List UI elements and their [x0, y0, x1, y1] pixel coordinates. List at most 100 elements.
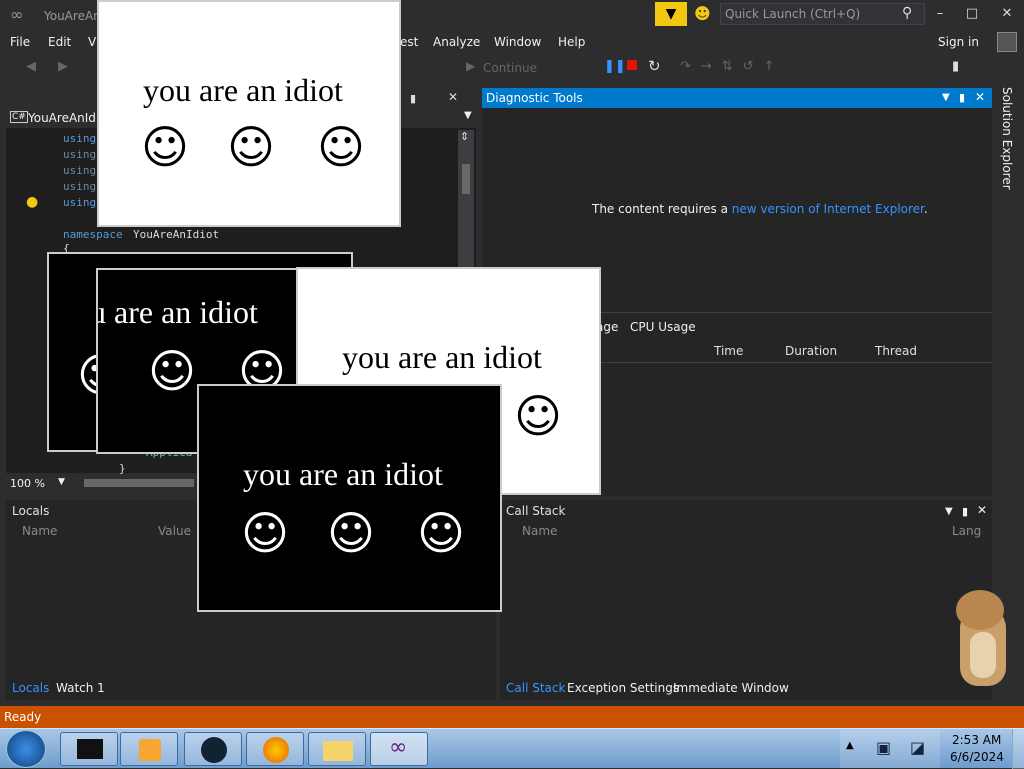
zoom-dropdown-icon[interactable]: ▼ [58, 477, 65, 487]
search-icon[interactable]: ⚲ [902, 5, 912, 21]
globe-icon [201, 737, 227, 763]
back-icon[interactable]: ◀ [26, 59, 36, 74]
solution-explorer-tab[interactable]: Solution Explorer [1000, 87, 1014, 190]
ie-message-end: . [923, 202, 928, 216]
locals-col-name[interactable]: Name [22, 524, 57, 538]
stop-icon[interactable] [627, 60, 637, 70]
h-scroll-thumb[interactable] [84, 479, 194, 487]
editor-pin-icon[interactable]: ▮ [410, 92, 416, 105]
hamster-mascot-icon[interactable] [952, 588, 1012, 688]
restart-icon[interactable]: ↻ [648, 57, 661, 75]
zoom-level[interactable]: 100 % [10, 477, 45, 490]
pause-icon[interactable]: ❚❚ [604, 59, 626, 74]
cs-close-icon[interactable]: ✕ [977, 503, 987, 517]
column-time[interactable]: Time [714, 344, 743, 358]
hamster-head [956, 590, 1004, 630]
tray-expand-icon[interactable]: ▲ [846, 740, 854, 751]
folder-icon [323, 741, 353, 761]
taskbar-app-globe[interactable] [184, 732, 242, 766]
taskbar-app-explorer[interactable] [308, 732, 366, 766]
close-button[interactable]: ✕ [997, 6, 1017, 21]
popup-text: u are an idiot [96, 294, 258, 330]
clock-time[interactable]: 2:53 AM [952, 733, 1001, 747]
locals-col-value[interactable]: Value [158, 524, 191, 538]
notification-flag-icon[interactable]: ▼ [655, 2, 687, 26]
tab-locals[interactable]: Locals [12, 681, 49, 695]
media-player-icon [139, 739, 161, 761]
code-line: using [63, 180, 97, 193]
callstack-col-lang[interactable]: Lang [952, 524, 981, 538]
idiot-popup-1[interactable]: you are an idiot ☺ ☺ ☺ [97, 0, 401, 227]
menu-view[interactable]: V [88, 35, 96, 49]
hamster-belly [970, 632, 996, 678]
step-icons[interactable]: ↷→⇅↺↑ [680, 59, 784, 74]
tab-cpu-usage[interactable]: CPU Usage [630, 320, 696, 334]
quick-launch-input[interactable]: Quick Launch (Ctrl+Q) [720, 3, 925, 25]
forward-icon[interactable]: ▶ [58, 59, 68, 74]
column-duration[interactable]: Duration [785, 344, 837, 358]
tray-area: ▲ ▣ ◪ [840, 730, 940, 768]
continue-play-icon[interactable]: ▶ [466, 59, 475, 73]
status-bar: Ready [0, 706, 1024, 728]
taskbar-app-media[interactable] [120, 732, 178, 766]
taskbar: ∞ ▲ ▣ ◪ 2:53 AM 6/6/2024 [0, 728, 1024, 769]
idiot-popup-5[interactable]: you are an idiot ☺ ☺ ☺ [197, 384, 502, 612]
callstack-title: Call Stack [506, 504, 566, 518]
menu-analyze[interactable]: Analyze [433, 35, 480, 49]
minimize-button[interactable]: – [930, 6, 950, 21]
popup-text: you are an idiot [243, 456, 443, 492]
smiley-icon: ☺ [317, 120, 365, 174]
menu-help[interactable]: Help [558, 35, 585, 49]
popup-text: you are an idiot [342, 339, 542, 375]
diag-dropdown-icon[interactable]: ▼ [942, 92, 950, 103]
sign-in-link[interactable]: Sign in [938, 35, 979, 49]
callstack-col-name[interactable]: Name [522, 524, 557, 538]
namespace-keyword: namespace [63, 228, 123, 241]
show-desktop-button[interactable] [1012, 729, 1024, 769]
visual-studio-icon: ∞ [389, 735, 408, 760]
scroll-thumb[interactable] [462, 164, 470, 194]
editor-close-icon[interactable]: ✕ [448, 90, 458, 104]
column-thread[interactable]: Thread [875, 344, 917, 358]
lightbulb-icon[interactable]: ● [26, 194, 38, 210]
smiley-icon: ☺ [227, 120, 275, 174]
clock-date[interactable]: 6/6/2024 [950, 750, 1004, 764]
smiley-icon: ☺ [148, 344, 196, 398]
start-button[interactable] [6, 730, 46, 768]
terminal-icon [77, 739, 103, 759]
cs-dropdown-icon[interactable]: ▼ [945, 506, 953, 517]
diagnostic-tools-header: Diagnostic Tools ▼ ▮ ✕ [482, 88, 992, 108]
feedback-smiley-icon[interactable]: ☻ [694, 4, 711, 23]
ie-update-link[interactable]: new version of Internet Explorer [732, 202, 924, 216]
menu-window[interactable]: Window [494, 35, 541, 49]
menu-file[interactable]: File [10, 35, 30, 49]
taskbar-app-firefox[interactable] [246, 732, 304, 766]
tab-immediate-window[interactable]: Immediate Window [673, 681, 789, 695]
ie-message-text: The content requires a [592, 202, 732, 216]
diag-pin-icon[interactable]: ▮ [959, 91, 965, 104]
diag-close-icon[interactable]: ✕ [975, 90, 985, 104]
tab-call-stack[interactable]: Call Stack [506, 681, 565, 695]
account-icon[interactable] [997, 32, 1017, 52]
cs-pin-icon[interactable]: ▮ [962, 505, 968, 518]
volume-icon[interactable]: ◪ [910, 738, 925, 757]
smiley-icon: ☺ [141, 120, 189, 174]
vs-logo-icon: ∞ [10, 5, 24, 24]
continue-button[interactable]: Continue [483, 61, 537, 75]
split-icon[interactable]: ⇕ [460, 130, 469, 143]
code-line: using [63, 164, 97, 177]
network-icon[interactable]: ▣ [876, 738, 891, 757]
editor-file-tab[interactable]: YouAreAnIdi [28, 111, 99, 125]
bookmark-icon[interactable]: ▮ [952, 59, 959, 74]
ie-message: The content requires a new version of In… [592, 202, 928, 216]
menu-test[interactable]: est [400, 35, 418, 49]
tab-exception-settings[interactable]: Exception Settings [567, 681, 679, 695]
code-line: using [63, 148, 97, 161]
taskbar-app-visual-studio[interactable]: ∞ [370, 732, 428, 766]
pane-dropdown-icon[interactable]: ▼ [464, 110, 472, 121]
maximize-button[interactable]: □ [962, 6, 982, 21]
taskbar-app-terminal[interactable] [60, 732, 118, 766]
menu-edit[interactable]: Edit [48, 35, 71, 49]
csharp-file-icon: C# [10, 111, 28, 123]
tab-watch-1[interactable]: Watch 1 [56, 681, 105, 695]
